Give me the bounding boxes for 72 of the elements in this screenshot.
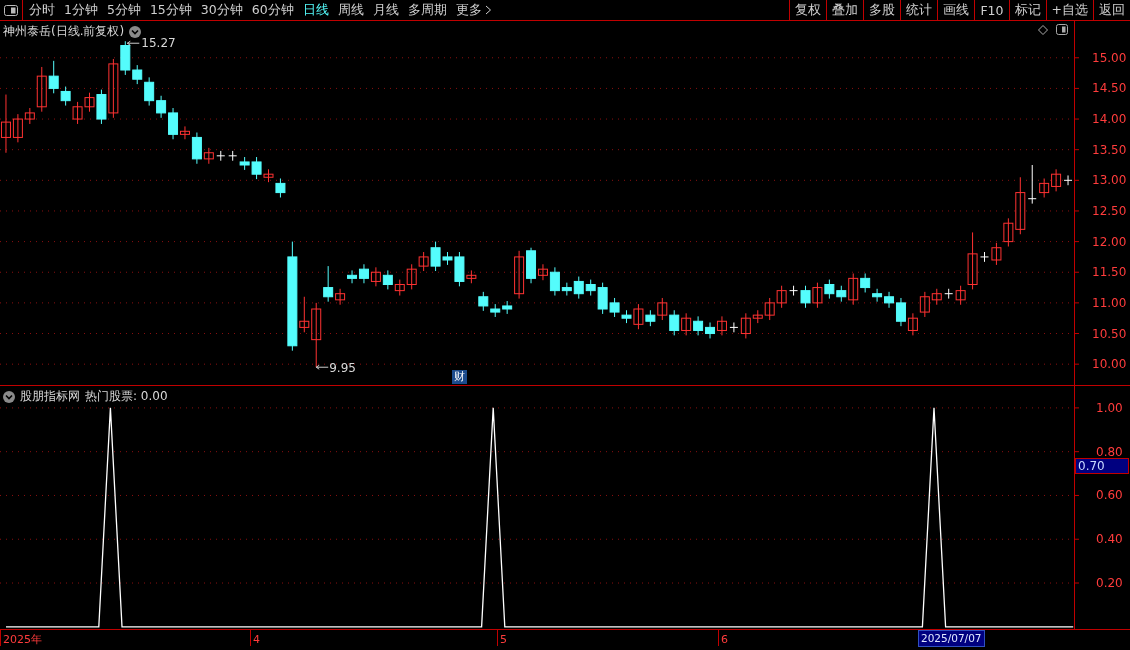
period-tab[interactable]: 月线 — [372, 1, 399, 19]
candle — [705, 322, 716, 339]
candle — [1039, 178, 1050, 198]
price-axis-label: 12.50 — [1092, 203, 1127, 218]
price-axis-label: 13.50 — [1092, 142, 1127, 157]
candle — [370, 266, 381, 287]
indicator-axis-label: 0.60 — [1096, 488, 1123, 503]
diamond-icon[interactable] — [1038, 24, 1048, 35]
candle — [156, 95, 167, 119]
candle — [490, 303, 501, 318]
candle — [669, 309, 680, 336]
period-tab[interactable]: 30分钟 — [200, 1, 243, 19]
period-tab[interactable]: 周线 — [337, 1, 364, 19]
price-axis-label: 12.00 — [1092, 234, 1127, 249]
candle — [657, 297, 668, 321]
leader-line — [126, 40, 140, 46]
time-axis-label: 5 — [500, 633, 507, 646]
panel-toggle-icon[interactable] — [1056, 24, 1068, 35]
period-tab[interactable]: 60分钟 — [251, 1, 294, 19]
candle — [980, 251, 989, 263]
candle — [382, 269, 393, 290]
candle — [216, 150, 226, 162]
indicator-axis-label: 0.20 — [1096, 576, 1123, 591]
leader-line — [315, 364, 329, 370]
low-price-label: 9.95 — [329, 361, 356, 376]
price-axis-label: 10.00 — [1092, 357, 1127, 372]
finance-badge[interactable]: 财 — [452, 370, 467, 384]
candle — [228, 150, 238, 162]
candle — [907, 312, 918, 336]
price-axis-label: 14.50 — [1092, 81, 1127, 96]
period-tab[interactable]: 多周期 — [407, 1, 447, 19]
dropdown-icon[interactable] — [129, 25, 142, 38]
time-axis-label: 2025年 — [3, 633, 42, 646]
chevron-right-icon[interactable] — [484, 5, 492, 15]
price-axis-label: 11.00 — [1092, 295, 1127, 310]
price-axis-label: 11.50 — [1092, 265, 1127, 280]
indicator-axis-label: 0.40 — [1096, 532, 1123, 547]
period-tab[interactable]: 15分钟 — [149, 1, 192, 19]
cursor-date: 2025/07/07 — [918, 630, 985, 647]
candle — [72, 101, 83, 125]
candle — [824, 279, 835, 300]
candle — [991, 242, 1002, 266]
candle — [347, 269, 358, 284]
candle — [716, 315, 727, 336]
candle — [776, 285, 787, 309]
candle — [358, 263, 369, 284]
candle — [872, 288, 883, 303]
period-tab[interactable]: 日线 — [302, 1, 329, 19]
indicator-name: 股朋指标网 — [20, 388, 80, 405]
dropdown-icon[interactable] — [3, 390, 15, 403]
candle — [681, 312, 692, 336]
price-axis-label: 14.00 — [1092, 112, 1127, 127]
candle — [478, 291, 489, 312]
time-axis-label: 4 — [253, 633, 260, 646]
indicator-reading: 热门股票: 0.00 — [85, 388, 168, 405]
panel-toggle-icon[interactable] — [4, 4, 18, 16]
indicator-axis-label: 1.00 — [1096, 400, 1123, 415]
indicator-axis-label: 0.80 — [1096, 444, 1123, 459]
period-tab[interactable]: 分时 — [29, 1, 55, 19]
candle — [812, 282, 823, 309]
price-axis-label: 13.00 — [1092, 173, 1127, 188]
chart-title: 神州泰岳(日线.前复权) — [3, 23, 125, 40]
cursor-value: 0.70 — [1075, 457, 1129, 474]
period-tab[interactable]: 5分钟 — [106, 1, 141, 19]
high-price-label: 15.27 — [141, 36, 176, 51]
price-axis-label: 15.00 — [1092, 50, 1127, 65]
candle — [275, 178, 286, 198]
more-menu[interactable]: 更多 — [455, 1, 482, 19]
price-axis-label: 10.50 — [1092, 326, 1127, 341]
candle — [693, 315, 704, 336]
period-tab[interactable]: 1分钟 — [64, 1, 98, 19]
time-axis-label: 6 — [721, 633, 728, 646]
